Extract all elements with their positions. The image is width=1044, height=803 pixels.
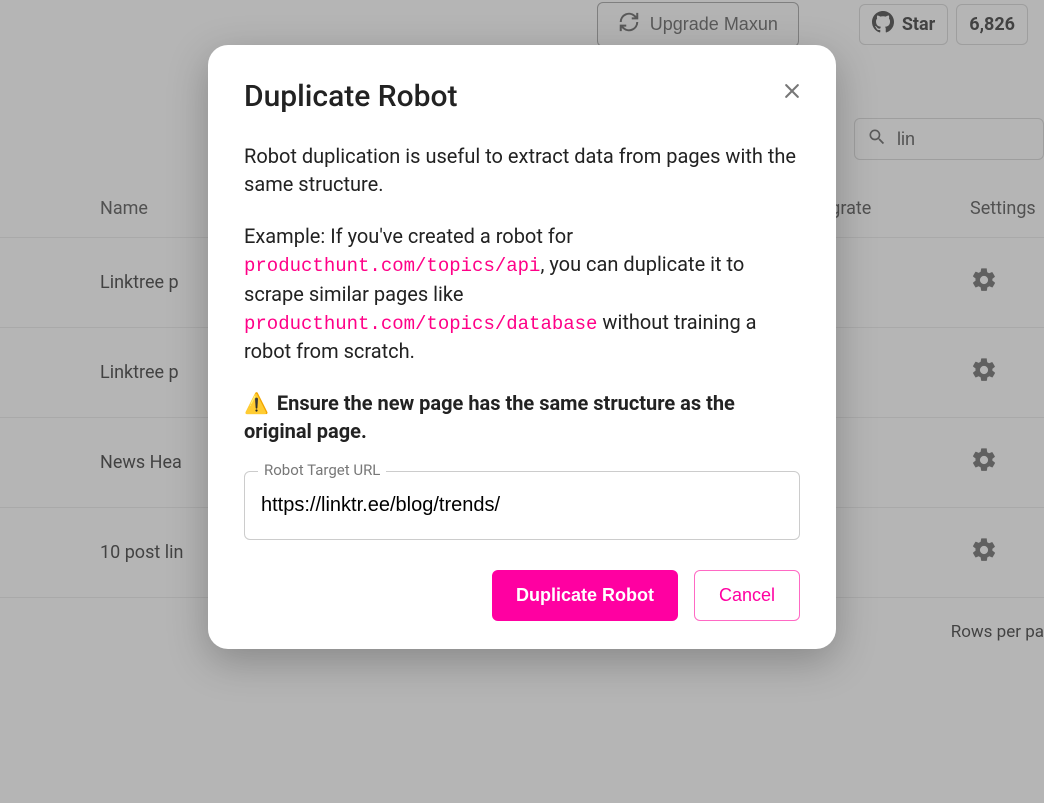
example-prefix: Example: If you've created a robot for	[244, 224, 573, 248]
modal-warning: ⚠️Ensure the new page has the same struc…	[244, 389, 800, 445]
duplicate-robot-modal: Duplicate Robot Robot duplication is use…	[208, 45, 836, 649]
close-icon[interactable]	[782, 81, 806, 105]
warning-icon: ⚠️	[244, 391, 269, 415]
robot-target-url-input[interactable]	[244, 471, 800, 540]
modal-title: Duplicate Robot	[244, 79, 800, 114]
warning-text: Ensure the new page has the same structu…	[244, 391, 735, 443]
modal-actions: Duplicate Robot Cancel	[244, 570, 800, 621]
modal-example: Example: If you've created a robot for p…	[244, 222, 800, 365]
cancel-button[interactable]: Cancel	[694, 570, 800, 621]
example-code-2: producthunt.com/topics/database	[244, 313, 597, 335]
modal-body: Robot duplication is useful to extract d…	[244, 142, 800, 445]
url-input-wrap: Robot Target URL	[244, 471, 800, 540]
modal-intro: Robot duplication is useful to extract d…	[244, 142, 800, 198]
example-code-1: producthunt.com/topics/api	[244, 255, 540, 277]
modal-overlay[interactable]: Duplicate Robot Robot duplication is use…	[0, 0, 1044, 803]
duplicate-robot-button[interactable]: Duplicate Robot	[492, 570, 678, 621]
url-input-label: Robot Target URL	[258, 461, 386, 479]
